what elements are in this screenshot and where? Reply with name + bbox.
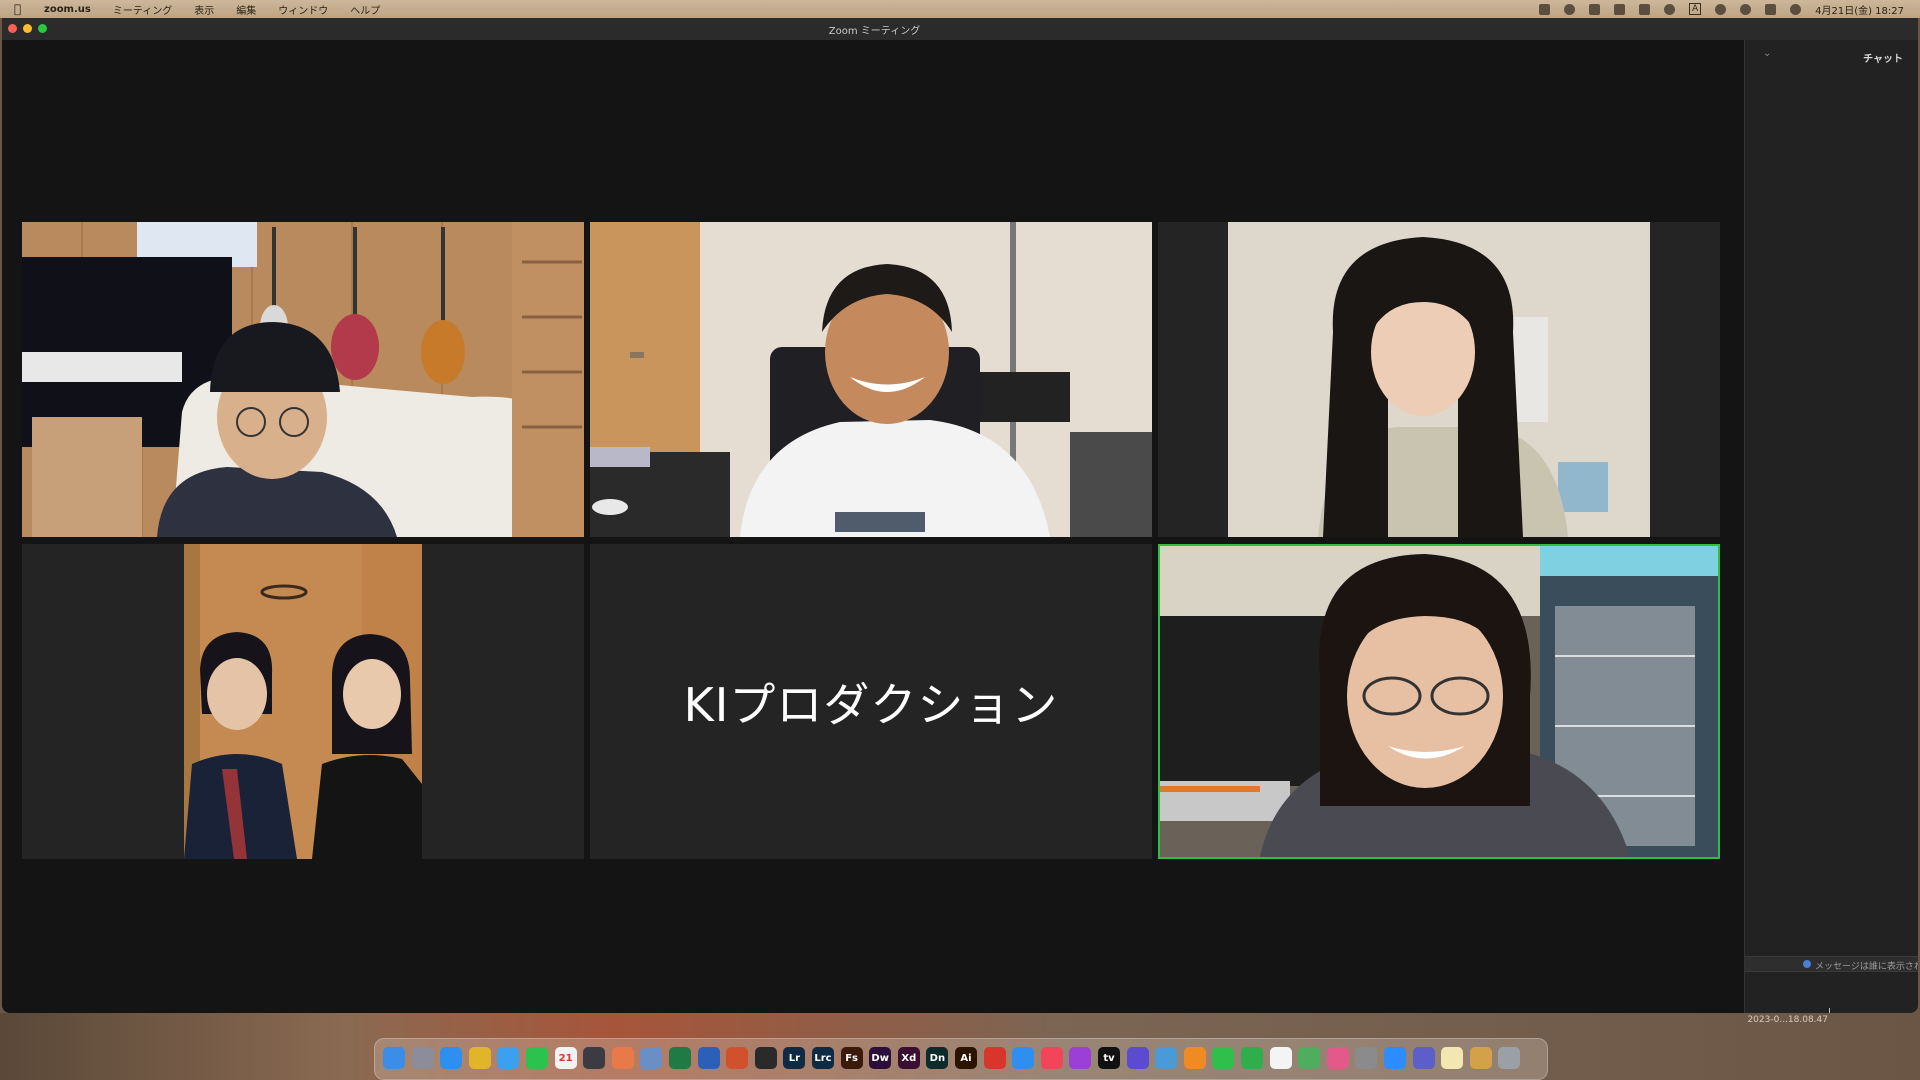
menu-help[interactable]: ヘルプ [350, 2, 380, 17]
dock-chrome-icon[interactable] [468, 1047, 491, 1069]
active-speaker-border [1158, 544, 1720, 859]
dock-mission-control-icon[interactable] [583, 1047, 606, 1069]
wifi-off-icon[interactable] [1638, 3, 1650, 15]
dock-app-store-icon[interactable] [1012, 1047, 1035, 1069]
chat-title: チャット [1863, 54, 1903, 65]
dock-finder-icon[interactable] [383, 1047, 405, 1069]
dock-quicktime-icon[interactable] [754, 1047, 777, 1069]
chat-visibility-notice: メッセージは誰に表示され [1815, 962, 1918, 972]
menu-edit[interactable]: 編集 [236, 2, 256, 17]
dock-system-settings-icon[interactable] [1355, 1047, 1378, 1069]
menu-view[interactable]: 表示 [194, 2, 214, 17]
dock: 21 Lr Lrc Fs Dw Xd Dn Ai tv [374, 1038, 1548, 1080]
dock-folder-icon[interactable] [1469, 1047, 1492, 1069]
window-title: Zoom ミーティング [828, 26, 921, 37]
menu-window[interactable]: ウィンドウ [278, 2, 328, 17]
participant-video-tile[interactable] [22, 544, 584, 859]
dock-maps-icon[interactable] [1298, 1047, 1321, 1069]
dock-xd-icon[interactable]: Xd [897, 1047, 920, 1069]
dock-notes-icon[interactable] [1441, 1047, 1464, 1069]
apple-menu-icon[interactable]:  [14, 2, 28, 16]
participant-video [22, 544, 584, 859]
input-source-indicator[interactable]: A [1688, 3, 1702, 15]
participant-video-tile[interactable] [22, 222, 584, 537]
dock-trash-icon[interactable] [1498, 1047, 1521, 1069]
dock-word-icon[interactable] [697, 1047, 720, 1069]
screen-record-icon[interactable] [1538, 3, 1550, 15]
participant-video [590, 222, 1152, 537]
dock-dimension-icon[interactable]: Dn [926, 1047, 949, 1069]
dock-preview-icon[interactable] [640, 1047, 663, 1069]
zoom-window: Zoom ミーティング KIプロダクション ⌄ チャット メッセージは誰に表示さ… [2, 18, 1918, 1013]
dock-photos-icon[interactable] [611, 1047, 634, 1069]
spotlight-icon[interactable] [1740, 3, 1752, 15]
dock-find-my-icon[interactable] [1155, 1047, 1178, 1069]
dock-reminders-icon[interactable] [1269, 1047, 1292, 1069]
dock-launchpad-icon[interactable] [411, 1047, 434, 1069]
screenshot-thumbnail-label[interactable]: 2023-0...18.08.47 [1747, 1015, 1828, 1025]
dock-excel-icon[interactable] [669, 1047, 691, 1069]
dock-books-icon[interactable] [1183, 1047, 1206, 1069]
people-icon [1803, 960, 1811, 968]
menu-meeting[interactable]: ミーティング [113, 2, 172, 17]
participant-name: KIプロダクション [683, 677, 1059, 732]
dock-safari-icon[interactable] [440, 1047, 463, 1069]
participant-video-tile[interactable] [590, 222, 1152, 537]
title-bar: Zoom ミーティング [2, 18, 1918, 41]
participant-name-tile[interactable]: KIプロダクション [590, 544, 1152, 859]
time-machine-icon[interactable] [1715, 3, 1727, 15]
dock-tv-icon[interactable]: tv [1098, 1047, 1120, 1069]
menu-clock[interactable]: 4月21日(金) 18:27 [1815, 2, 1904, 17]
menu-bar:  zoom.us ミーティング 表示 編集 ウィンドウ ヘルプ A 4月21日… [0, 0, 1920, 18]
participant-video [1158, 222, 1720, 537]
dock-facetime-icon[interactable] [1212, 1047, 1235, 1069]
dock-teams-icon[interactable] [1412, 1047, 1435, 1069]
participant-video [22, 222, 584, 537]
user-icon[interactable] [1663, 3, 1675, 15]
status-area: A 4月21日(金) 18:27 [1538, 0, 1904, 18]
dock-line-icon[interactable] [526, 1047, 548, 1069]
bluetooth-icon[interactable] [1613, 3, 1625, 15]
creative-cloud-icon[interactable] [1563, 3, 1575, 15]
dock-photo-booth-icon[interactable] [1326, 1047, 1349, 1069]
dock-zoom-icon[interactable] [1384, 1047, 1406, 1069]
control-center-icon[interactable] [1765, 3, 1777, 15]
dock-lightroom-icon[interactable]: Lr [783, 1047, 806, 1069]
dock-illustrator-icon[interactable]: Ai [955, 1047, 977, 1069]
dock-acrobat-icon[interactable] [983, 1047, 1006, 1069]
menu-app-zoom[interactable]: zoom.us [44, 4, 91, 15]
active-speaker-tile[interactable] [1158, 544, 1720, 859]
dock-fresco-icon[interactable]: Fs [840, 1047, 863, 1069]
dock-numbers-icon[interactable] [1241, 1047, 1263, 1069]
dock-music-icon[interactable] [1040, 1047, 1063, 1069]
participant-video-tile[interactable] [1158, 222, 1720, 537]
dock-dreamweaver-icon[interactable]: Dw [869, 1047, 892, 1069]
dock-lightroom-classic-icon[interactable]: Lrc [812, 1047, 834, 1069]
chevron-down-icon[interactable]: ⌄ [1763, 48, 1771, 59]
dock-imovie-icon[interactable] [1126, 1047, 1149, 1069]
volume-icon[interactable] [1588, 3, 1600, 15]
dock-calendar-icon[interactable]: 21 [554, 1047, 577, 1069]
dock-mail-icon[interactable] [497, 1047, 520, 1069]
dock-powerpoint-icon[interactable] [726, 1047, 749, 1069]
dock-podcasts-icon[interactable] [1069, 1047, 1092, 1069]
gallery-view: KIプロダクション [2, 40, 1744, 1013]
chat-panel: ⌄ チャット メッセージは誰に表示され [1744, 40, 1918, 1013]
siri-icon[interactable] [1790, 3, 1802, 15]
